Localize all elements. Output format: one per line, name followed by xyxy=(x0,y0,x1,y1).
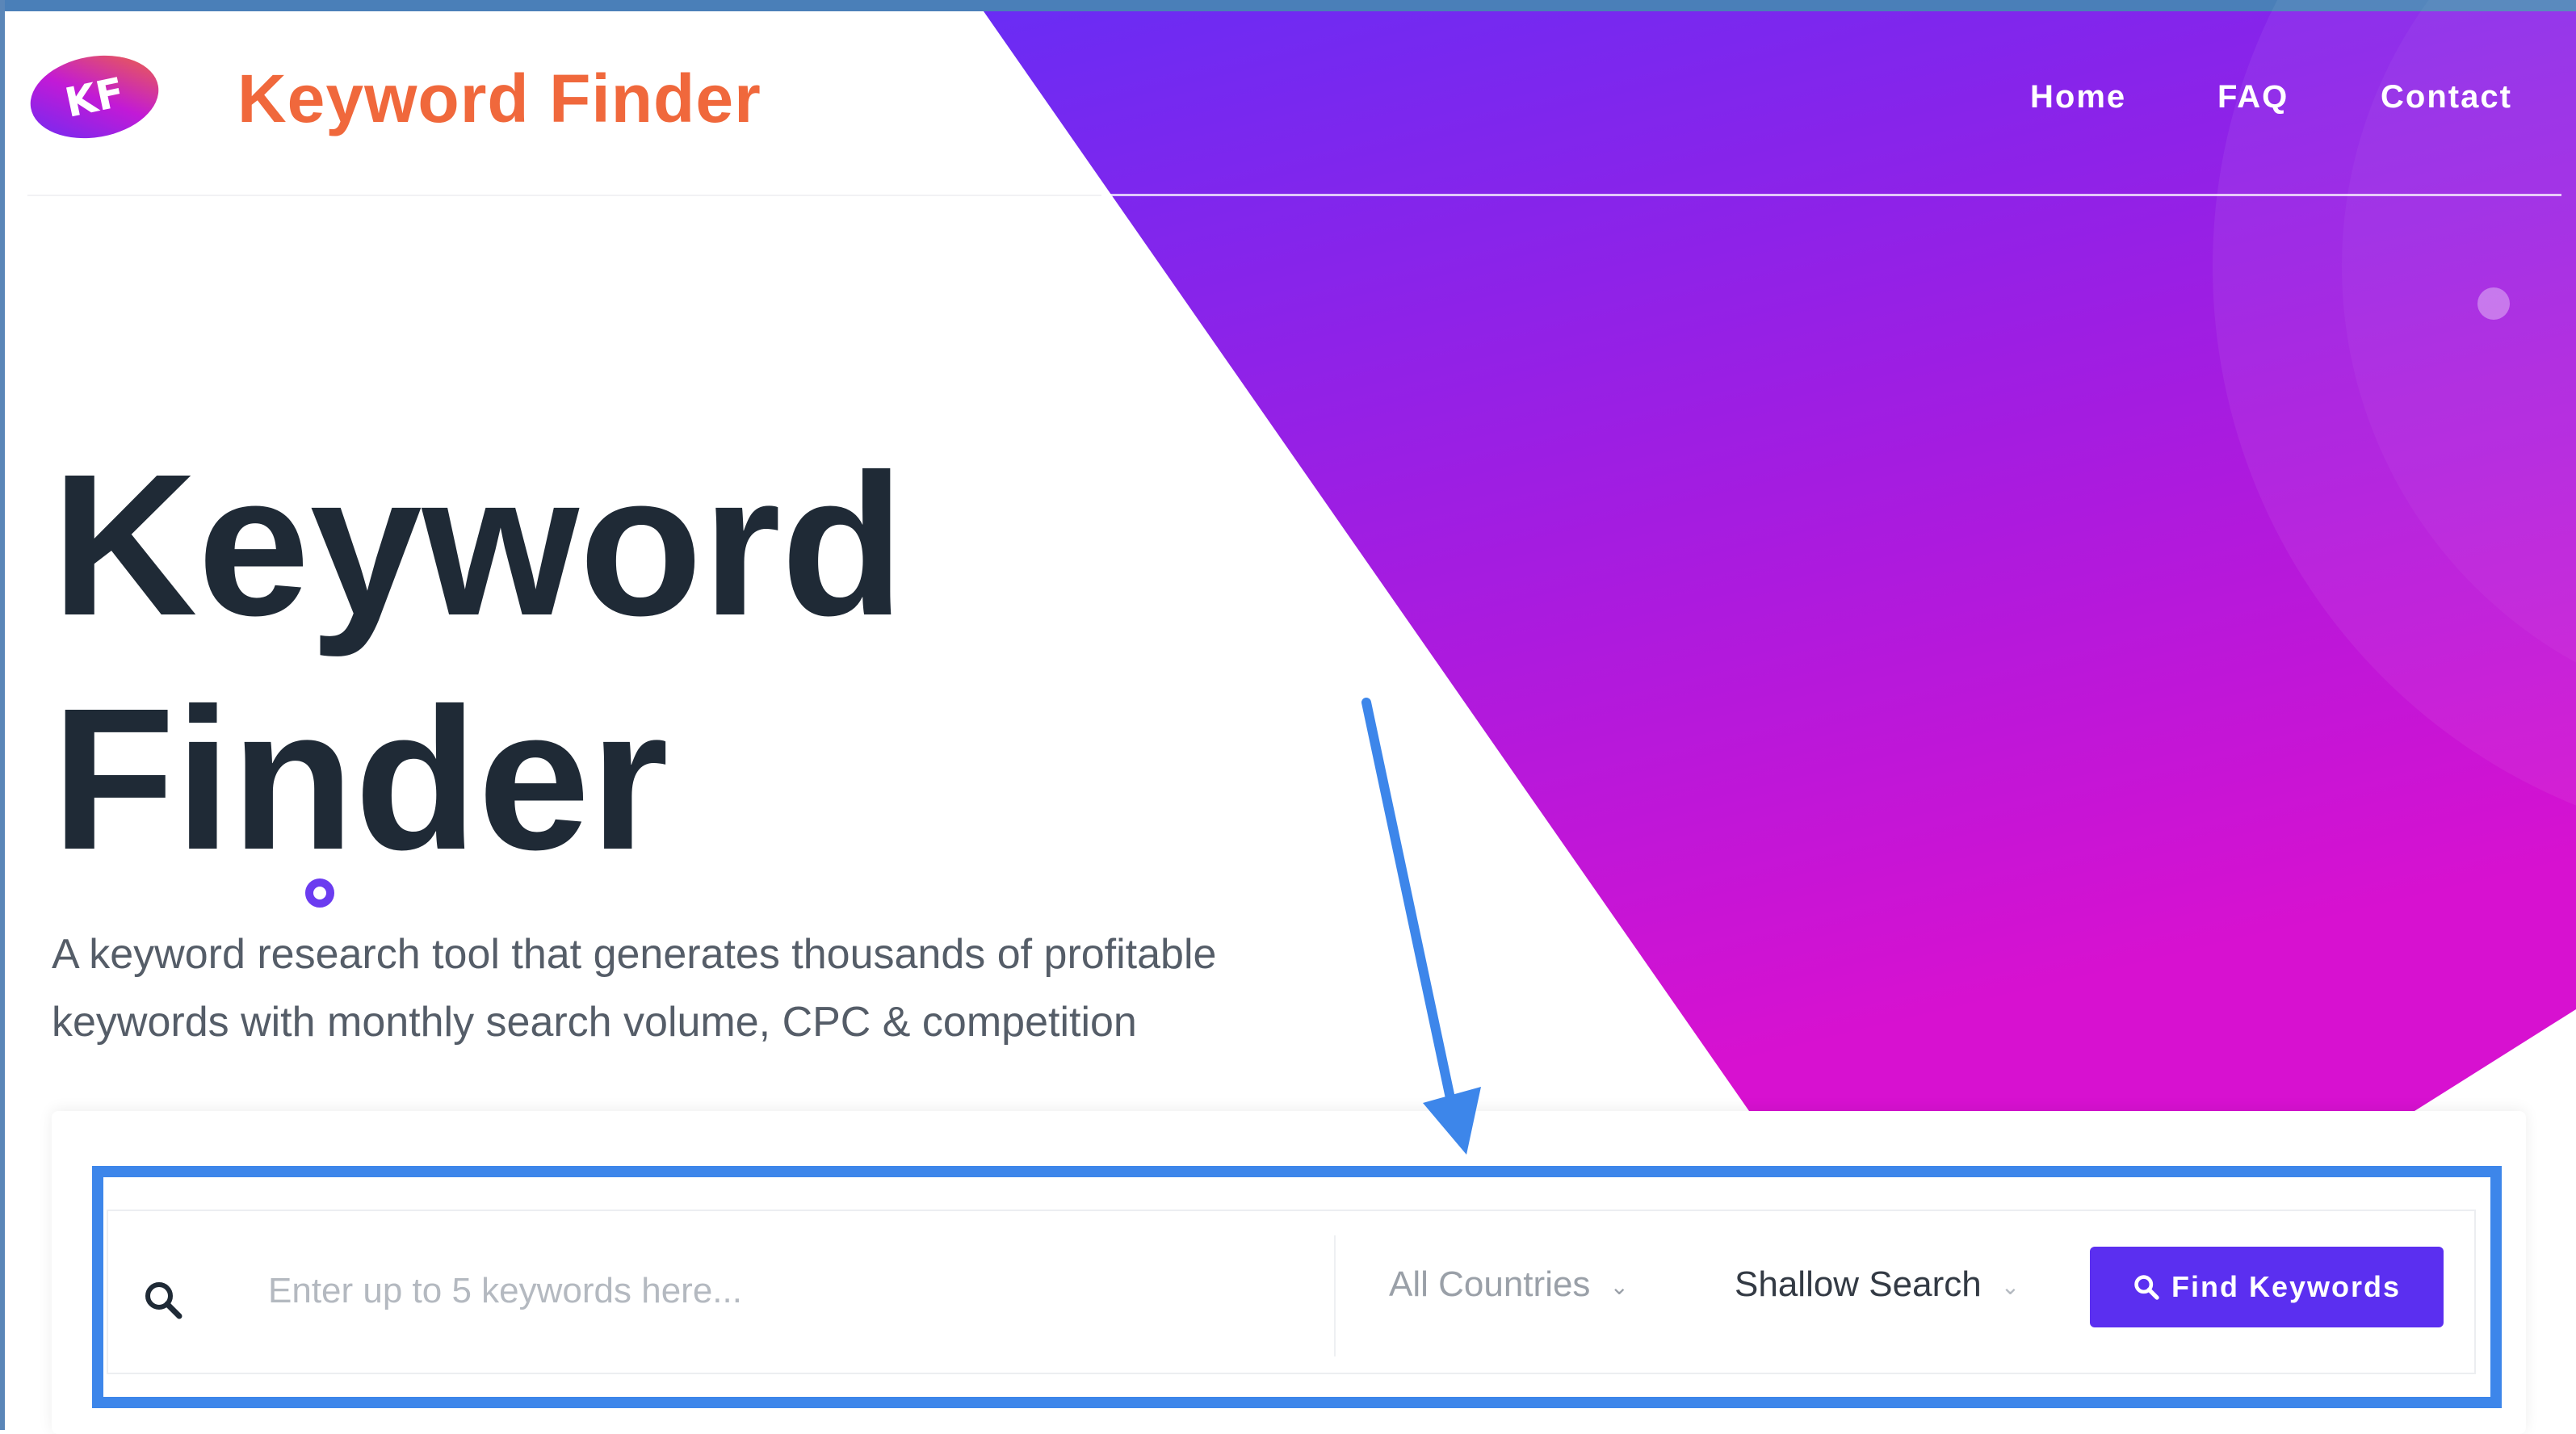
decorative-dot xyxy=(2477,287,2510,320)
nav-contact[interactable]: Contact xyxy=(2381,79,2512,115)
hero-subtitle-line-1: A keyword research tool that generates t… xyxy=(52,931,1217,978)
nav-home[interactable]: Home xyxy=(2030,79,2126,115)
hero-title-line-1: Keyword xyxy=(52,432,904,657)
decorative-ring xyxy=(305,878,334,908)
annotation-highlight-box xyxy=(92,1166,2502,1408)
hero-title-line-2: Finder xyxy=(52,666,669,891)
nav-underline xyxy=(1108,194,2561,196)
hero-title: Keyword Finder xyxy=(52,428,904,896)
annotation-arrow-icon xyxy=(1361,698,1481,1155)
hero-subtitle: A keyword research tool that generates t… xyxy=(52,920,1424,1056)
brand-name[interactable]: Keyword Finder xyxy=(237,60,761,138)
hero-subtitle-line-2: keywords with monthly search volume, CPC… xyxy=(52,999,1137,1046)
header-divider xyxy=(27,195,1101,196)
keyword-finder-logo[interactable]: KF xyxy=(27,52,162,142)
nav-faq[interactable]: FAQ xyxy=(2217,79,2289,115)
